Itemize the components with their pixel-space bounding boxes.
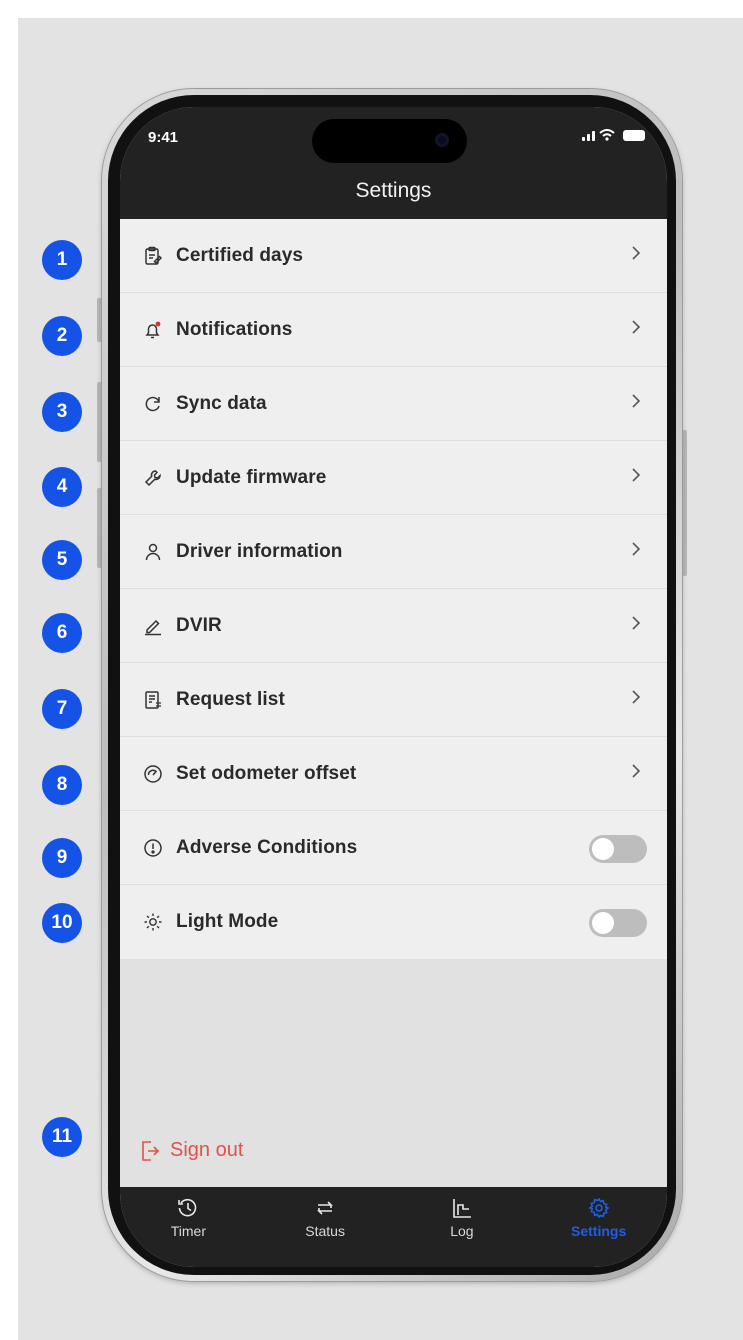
tab-log[interactable]: Log xyxy=(394,1187,531,1267)
signal-icon xyxy=(582,131,595,141)
settings-item-notifications[interactable]: Notifications xyxy=(120,293,667,367)
annotation-badge: 6 xyxy=(42,613,82,653)
wrench-icon xyxy=(142,467,164,489)
sign-out-button[interactable]: Sign out xyxy=(140,1139,243,1162)
settings-item-label: Adverse Conditions xyxy=(176,836,358,858)
settings-item-label: Driver information xyxy=(176,540,343,562)
chevron-right-icon xyxy=(632,394,641,408)
settings-list: Certified days Notifications Sync data U… xyxy=(120,219,667,959)
annotation-badge: 10 xyxy=(42,903,82,943)
gauge-icon xyxy=(142,763,164,785)
chevron-right-icon xyxy=(632,690,641,704)
chevron-right-icon xyxy=(632,468,641,482)
tab-label: Timer xyxy=(170,1223,206,1239)
settings-item-label: DVIR xyxy=(176,614,222,636)
settings-item-adverse-conditions: Adverse Conditions xyxy=(120,811,667,885)
tab-label: Log xyxy=(450,1223,474,1239)
settings-item-label: Certified days xyxy=(176,244,304,266)
battery-icon xyxy=(623,130,645,141)
settings-item-label: Update firmware xyxy=(176,466,327,488)
tab-bar: Timer Status Log Settings xyxy=(120,1187,667,1267)
settings-item-update-firmware[interactable]: Update firmware xyxy=(120,441,667,515)
dynamic-island xyxy=(312,119,467,163)
annotation-badge: 8 xyxy=(42,765,82,805)
settings-item-certified-days[interactable]: Certified days xyxy=(120,219,667,293)
graph-icon xyxy=(453,1199,471,1218)
tab-label: Settings xyxy=(571,1223,627,1239)
annotation-badge: 2 xyxy=(42,316,82,356)
sync-icon xyxy=(142,393,164,415)
chevron-right-icon xyxy=(632,764,641,778)
settings-item-driver-information[interactable]: Driver information xyxy=(120,515,667,589)
history-icon xyxy=(178,1198,197,1217)
settings-item-sync-data[interactable]: Sync data xyxy=(120,367,667,441)
settings-item-label: Notifications xyxy=(176,318,293,340)
bell-alert-icon xyxy=(142,319,164,341)
annotation-badge: 1 xyxy=(42,240,82,280)
light-mode-toggle[interactable] xyxy=(589,909,647,937)
settings-item-label: Set odometer offset xyxy=(176,762,357,784)
clipboard-edit-icon xyxy=(142,245,164,267)
tab-timer[interactable]: Timer xyxy=(120,1187,257,1267)
annotation-badge: 7 xyxy=(42,689,82,729)
toggle-knob xyxy=(592,912,614,934)
user-icon xyxy=(142,541,164,563)
toggle-knob xyxy=(592,838,614,860)
settings-item-request-list[interactable]: Request list xyxy=(120,663,667,737)
phone-screen: 9:41 Settings Certified days Notificatio… xyxy=(120,107,667,1267)
status-time: 9:41 xyxy=(148,129,179,146)
tab-settings[interactable]: Settings xyxy=(530,1187,667,1267)
chevron-right-icon xyxy=(632,616,641,630)
settings-item-label: Light Mode xyxy=(176,911,279,932)
annotation-badge: 3 xyxy=(42,392,82,432)
settings-item-dvir[interactable]: DVIR xyxy=(120,589,667,663)
gear-icon xyxy=(588,1197,610,1219)
app-header: 9:41 Settings xyxy=(120,107,667,219)
sun-icon xyxy=(142,911,164,933)
settings-item-label: Sync data xyxy=(176,392,267,414)
chevron-right-icon xyxy=(632,320,641,334)
tab-label: Status xyxy=(305,1223,345,1239)
chevron-right-icon xyxy=(632,542,641,556)
camera-icon xyxy=(435,133,449,147)
sign-out-label: Sign out xyxy=(170,1139,244,1161)
adverse-conditions-toggle[interactable] xyxy=(589,835,647,863)
status-icons xyxy=(582,129,645,141)
swap-icon xyxy=(317,1201,334,1215)
list-document-icon xyxy=(142,689,164,711)
annotation-badge: 9 xyxy=(42,838,82,878)
logout-icon xyxy=(142,1140,160,1161)
page-title: Settings xyxy=(355,179,432,202)
settings-item-light-mode: Light Mode xyxy=(120,885,667,959)
chevron-right-icon xyxy=(632,246,641,260)
settings-item-label: Request list xyxy=(176,688,285,710)
annotation-badge: 4 xyxy=(42,467,82,507)
alert-circle-icon xyxy=(142,837,164,859)
annotation-badge: 11 xyxy=(42,1117,82,1157)
settings-item-set-odometer-offset[interactable]: Set odometer offset xyxy=(120,737,667,811)
tab-status[interactable]: Status xyxy=(257,1187,394,1267)
wifi-icon xyxy=(599,129,615,141)
annotation-badge: 5 xyxy=(42,540,82,580)
pencil-icon xyxy=(142,615,164,637)
